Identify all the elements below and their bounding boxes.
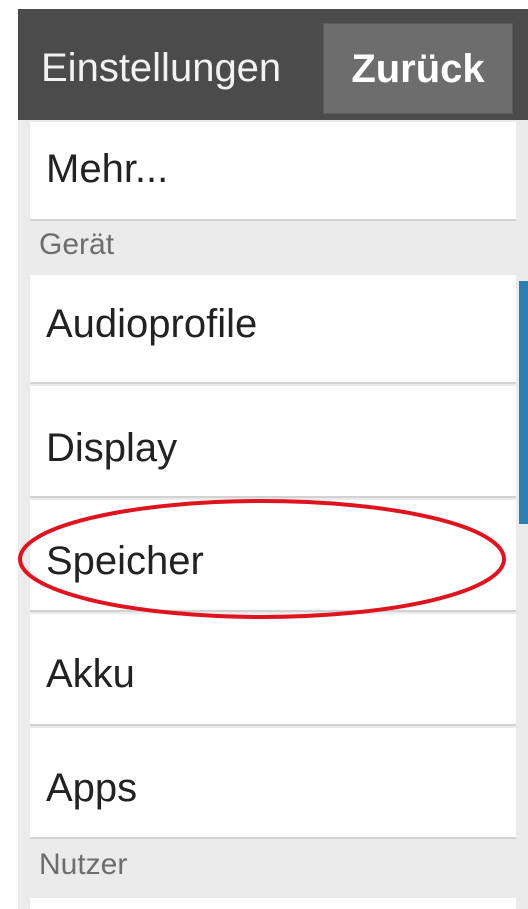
settings-item-apps[interactable]: Apps (30, 728, 516, 839)
settings-item-battery[interactable]: Akku (30, 614, 516, 726)
settings-item-label: Audioprofile (46, 302, 258, 346)
settings-item-label: Apps (46, 766, 138, 810)
settings-item-storage[interactable]: Speicher (30, 500, 516, 612)
settings-item-display[interactable]: Display (30, 386, 516, 498)
scroll-indicator[interactable] (519, 281, 528, 524)
settings-item-more[interactable]: Mehr... (30, 122, 516, 221)
settings-item-label: Display (46, 426, 178, 470)
settings-screen: Einstellungen Zurück Mehr... Gerät Audio… (18, 9, 528, 909)
page-title: Einstellungen (41, 46, 282, 90)
settings-item-label: Speicher (46, 539, 204, 583)
action-bar: Einstellungen Zurück (18, 9, 528, 120)
back-button[interactable]: Zurück (323, 23, 513, 114)
settings-item-audio-profiles[interactable]: Audioprofile (30, 275, 516, 384)
section-header-users: Nutzer (39, 848, 128, 881)
settings-item-partial[interactable] (30, 898, 516, 909)
section-header-device: Gerät (39, 228, 115, 261)
settings-item-label: Akku (46, 652, 135, 696)
settings-item-label: Mehr... (46, 147, 169, 191)
